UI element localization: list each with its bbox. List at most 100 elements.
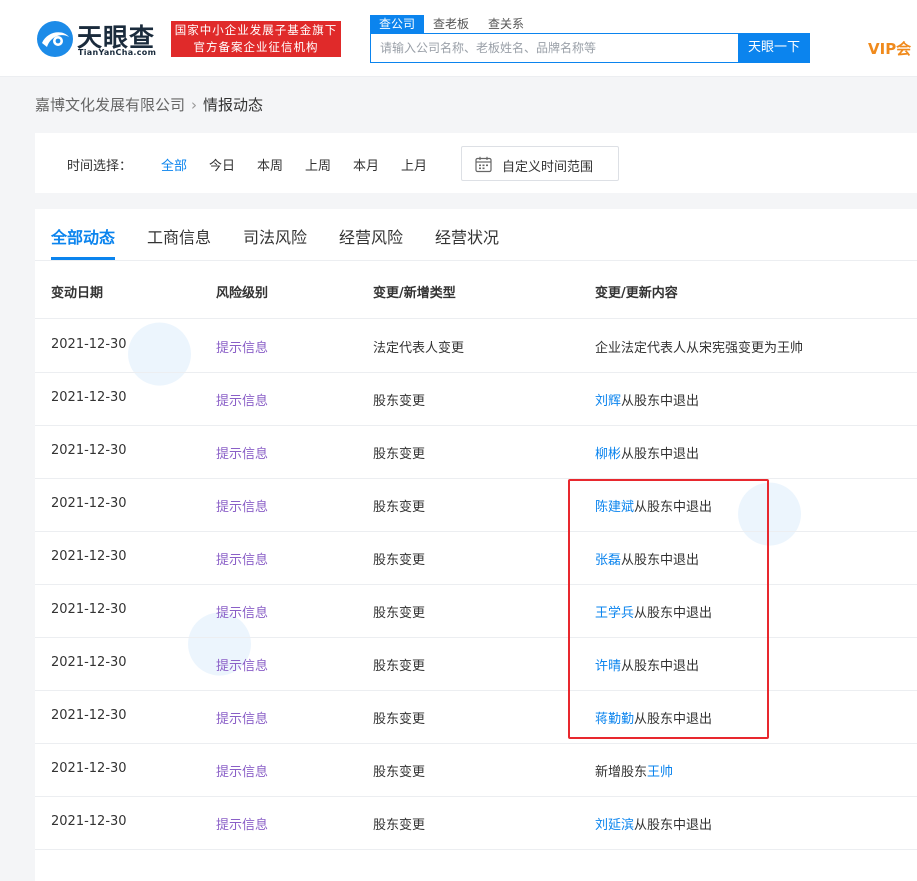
cell-risk-level[interactable]: 提示信息 xyxy=(216,337,268,356)
tianyancha-logo-icon xyxy=(37,21,73,57)
table-row: 2021-12-30 提示信息 股东变更 刘辉从股东中退出 xyxy=(35,373,917,426)
content-text: 从股东中退出 xyxy=(634,500,713,515)
tab-business-info[interactable]: 工商信息 xyxy=(147,224,211,248)
table-row: 2021-12-30 提示信息 法定代表人变更 企业法定代表人从宋宪强变更为王帅 xyxy=(35,320,917,373)
tab-all-news[interactable]: 全部动态 xyxy=(51,224,115,248)
cell-change-content: 刘延滨从股东中退出 xyxy=(595,814,712,833)
cell-risk-level[interactable]: 提示信息 xyxy=(216,655,268,674)
content-text: 企业法定代表人从宋宪强变更为王帅 xyxy=(595,341,804,356)
time-filter-label: 时间选择： xyxy=(67,159,133,174)
content-text: 从股东中退出 xyxy=(634,606,713,621)
cell-date: 2021-12-30 xyxy=(51,708,127,723)
col-header-type: 变更/新增类型 xyxy=(373,286,456,301)
tab-operating-status[interactable]: 经营状况 xyxy=(435,224,499,248)
person-link[interactable]: 王帅 xyxy=(647,765,673,780)
custom-range-button[interactable]: 自定义时间范围 xyxy=(461,146,619,181)
cell-date: 2021-12-30 xyxy=(51,602,127,617)
cell-date: 2021-12-30 xyxy=(51,496,127,511)
cell-change-type: 法定代表人变更 xyxy=(373,341,465,356)
person-link[interactable]: 张磊 xyxy=(595,553,621,568)
cell-change-type: 股东变更 xyxy=(373,394,426,409)
search-tab-company[interactable]: 查公司 xyxy=(370,15,425,33)
person-link[interactable]: 王学兵 xyxy=(595,606,634,621)
cell-change-type: 股东变更 xyxy=(373,712,426,727)
gov-badge-line1: 国家中小企业发展子基金旗下 xyxy=(174,23,338,37)
vip-link[interactable]: VIP会 xyxy=(868,38,911,59)
cell-date: 2021-12-30 xyxy=(51,390,127,405)
col-header-risk: 风险级别 xyxy=(216,286,269,301)
cell-date: 2021-12-30 xyxy=(51,549,127,564)
cell-change-type: 股东变更 xyxy=(373,765,426,780)
time-option-all[interactable]: 全部 xyxy=(161,155,187,174)
cell-change-content: 柳彬从股东中退出 xyxy=(595,443,699,462)
table-row: 2021-12-30 提示信息 股东变更 柳彬从股东中退出 xyxy=(35,426,917,479)
table-header: 变动日期 风险级别 变更/新增类型 变更/更新内容 xyxy=(35,260,917,319)
table-row: 2021-12-30 提示信息 股东变更 张磊从股东中退出 xyxy=(35,532,917,585)
cell-risk-level[interactable]: 提示信息 xyxy=(216,814,268,833)
site-logo[interactable]: 天眼查 TianYanCha.com xyxy=(35,19,160,61)
tab-operating-risk[interactable]: 经营风险 xyxy=(339,224,403,248)
col-header-date: 变动日期 xyxy=(51,286,104,301)
content-text: 从股东中退出 xyxy=(621,447,700,462)
custom-range-label: 自定义时间范围 xyxy=(502,160,594,175)
content-text: 从股东中退出 xyxy=(634,818,713,833)
person-link[interactable]: 刘辉 xyxy=(595,394,621,409)
breadcrumb: 嘉博文化发展有限公司 › 情报动态 xyxy=(35,94,263,115)
cell-change-content: 企业法定代表人从宋宪强变更为王帅 xyxy=(595,337,803,356)
content-text: 从股东中退出 xyxy=(634,712,713,727)
cell-change-content: 刘辉从股东中退出 xyxy=(595,390,699,409)
cell-date: 2021-12-30 xyxy=(51,443,127,458)
cell-change-content: 张磊从股东中退出 xyxy=(595,549,699,568)
table-row: 2021-12-30 提示信息 股东变更 新增股东王帅 xyxy=(35,744,917,797)
cell-change-type: 股东变更 xyxy=(373,500,426,515)
tab-judicial-risk[interactable]: 司法风险 xyxy=(243,224,307,248)
breadcrumb-separator: › xyxy=(191,96,198,114)
table-row: 2021-12-30 提示信息 股东变更 蒋勤勤从股东中退出 xyxy=(35,691,917,744)
cell-risk-level[interactable]: 提示信息 xyxy=(216,602,268,621)
cell-change-type: 股东变更 xyxy=(373,553,426,568)
search-tab-relation[interactable]: 查关系 xyxy=(479,15,533,33)
time-option-last-month[interactable]: 上月 xyxy=(401,155,427,174)
person-link[interactable]: 蒋勤勤 xyxy=(595,712,634,727)
cell-risk-level[interactable]: 提示信息 xyxy=(216,549,268,568)
person-link[interactable]: 陈建斌 xyxy=(595,500,634,515)
content-prefix: 新增股东 xyxy=(595,765,648,780)
content-text: 从股东中退出 xyxy=(621,394,700,409)
search-tab-boss[interactable]: 查老板 xyxy=(424,15,478,33)
cell-risk-level[interactable]: 提示信息 xyxy=(216,708,268,727)
breadcrumb-current: 情报动态 xyxy=(203,96,264,114)
person-link[interactable]: 柳彬 xyxy=(595,447,621,462)
time-option-today[interactable]: 今日 xyxy=(209,155,235,174)
calendar-icon xyxy=(475,156,492,173)
cell-risk-level[interactable]: 提示信息 xyxy=(216,496,268,515)
table-row: 2021-12-30 提示信息 股东变更 刘延滨从股东中退出 xyxy=(35,797,917,850)
breadcrumb-company[interactable]: 嘉博文化发展有限公司 xyxy=(35,96,185,114)
person-link[interactable]: 许晴 xyxy=(595,659,621,674)
search-button[interactable]: 天眼一下 xyxy=(738,33,810,63)
top-header: 天眼查 TianYanCha.com 国家中小企业发展子基金旗下 官方备案企业征… xyxy=(0,0,917,77)
content-text: 从股东中退出 xyxy=(621,659,700,674)
col-header-content: 变更/更新内容 xyxy=(595,286,678,301)
table-row: 2021-12-30 提示信息 股东变更 许晴从股东中退出 xyxy=(35,638,917,691)
cell-change-type: 股东变更 xyxy=(373,659,426,674)
search-input[interactable] xyxy=(371,34,739,62)
news-tabs: 全部动态 工商信息 司法风险 经营风险 经营状况 xyxy=(35,209,917,261)
cell-change-content: 许晴从股东中退出 xyxy=(595,655,699,674)
time-option-this-month[interactable]: 本月 xyxy=(353,155,379,174)
cell-change-content: 新增股东王帅 xyxy=(595,761,673,780)
time-option-last-week[interactable]: 上周 xyxy=(305,155,331,174)
cell-date: 2021-12-30 xyxy=(51,337,127,352)
time-filter-bar: 时间选择： 全部 今日 本周 上周 本月 上月 自定义时间范围 xyxy=(35,133,917,193)
logo-domain: TianYanCha.com xyxy=(78,48,157,57)
cell-risk-level[interactable]: 提示信息 xyxy=(216,761,268,780)
cell-date: 2021-12-30 xyxy=(51,655,127,670)
cell-change-content: 王学兵从股东中退出 xyxy=(595,602,712,621)
table-row: 2021-12-30 提示信息 股东变更 王学兵从股东中退出 xyxy=(35,585,917,638)
table-row: 2021-12-30 提示信息 股东变更 陈建斌从股东中退出 xyxy=(35,479,917,532)
time-option-this-week[interactable]: 本周 xyxy=(257,155,283,174)
cell-change-type: 股东变更 xyxy=(373,606,426,621)
person-link[interactable]: 刘延滨 xyxy=(595,818,634,833)
news-card: 全部动态 工商信息 司法风险 经营风险 经营状况 变动日期 风险级别 变更/新增… xyxy=(35,209,917,881)
cell-risk-level[interactable]: 提示信息 xyxy=(216,390,268,409)
cell-risk-level[interactable]: 提示信息 xyxy=(216,443,268,462)
